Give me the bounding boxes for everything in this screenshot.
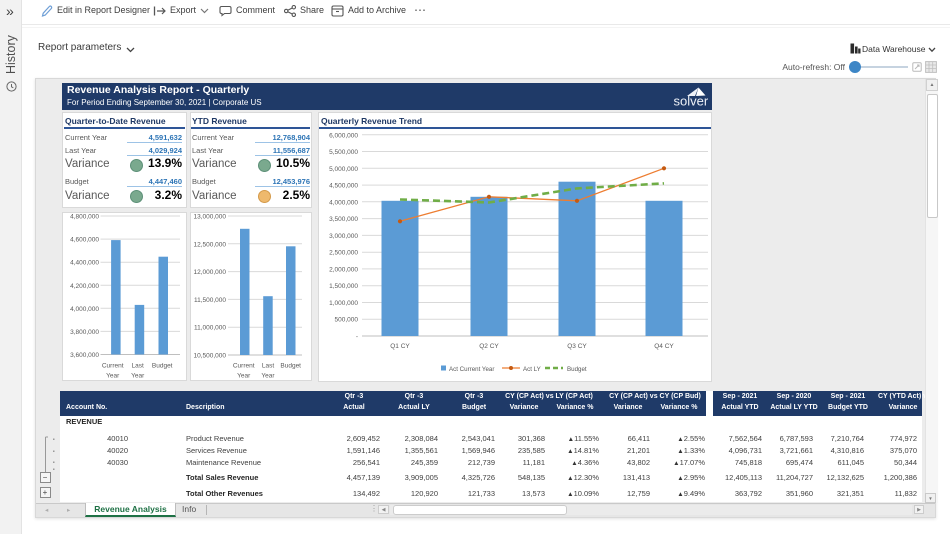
svg-text:Current: Current [233, 363, 255, 370]
svg-text:1,000,000: 1,000,000 [329, 300, 358, 307]
svg-text:Year: Year [131, 373, 145, 380]
svg-text:11,500,000: 11,500,000 [194, 297, 226, 304]
svg-text:Q1 CY: Q1 CY [390, 343, 410, 350]
svg-text:Year: Year [237, 373, 251, 380]
svg-text:Year: Year [106, 373, 120, 380]
svg-text:Last: Last [262, 363, 274, 370]
svg-text:Q4 CY: Q4 CY [654, 343, 674, 350]
svg-text:3,500,000: 3,500,000 [329, 216, 358, 223]
svg-text:10,500,000: 10,500,000 [193, 353, 226, 360]
svg-text:1,500,000: 1,500,000 [329, 283, 358, 290]
svg-text:3,000,000: 3,000,000 [329, 233, 358, 240]
svg-text:Year: Year [261, 373, 275, 380]
svg-text:4,800,000: 4,800,000 [70, 214, 99, 221]
svg-text:2,500,000: 2,500,000 [329, 250, 358, 257]
svg-text:Last: Last [132, 363, 144, 370]
svg-text:Q2 CY: Q2 CY [479, 343, 499, 350]
svg-text:4,400,000: 4,400,000 [70, 260, 99, 267]
svg-text:Budget: Budget [152, 363, 173, 370]
svg-text:2,000,000: 2,000,000 [329, 266, 358, 273]
svg-text:4,200,000: 4,200,000 [70, 283, 99, 290]
svg-text:Q3 CY: Q3 CY [567, 343, 587, 350]
svg-text:4,000,000: 4,000,000 [329, 199, 358, 206]
svg-text:13,000,000: 13,000,000 [193, 214, 226, 221]
svg-text:Current: Current [102, 363, 124, 370]
svg-text:5,500,000: 5,500,000 [329, 149, 358, 156]
svg-text:3,600,000: 3,600,000 [70, 352, 99, 359]
svg-text:11,000,000: 11,000,000 [194, 325, 226, 332]
svg-text:5,000,000: 5,000,000 [329, 166, 358, 173]
svg-text:-: - [356, 334, 358, 341]
svg-text:4,600,000: 4,600,000 [70, 237, 99, 244]
svg-text:500,000: 500,000 [335, 317, 359, 324]
svg-text:Act LY: Act LY [523, 366, 541, 373]
svg-text:4,000,000: 4,000,000 [70, 306, 99, 313]
svg-text:3,800,000: 3,800,000 [70, 329, 99, 336]
svg-text:6,000,000: 6,000,000 [329, 132, 358, 139]
svg-text:Budget: Budget [567, 366, 587, 373]
svg-text:Act Current Year: Act Current Year [449, 366, 494, 373]
svg-text:12,000,000: 12,000,000 [193, 269, 226, 276]
svg-text:solver: solver [674, 94, 709, 109]
svg-text:Budget: Budget [280, 363, 301, 370]
svg-text:4,500,000: 4,500,000 [329, 183, 358, 190]
svg-text:12,500,000: 12,500,000 [193, 241, 226, 248]
